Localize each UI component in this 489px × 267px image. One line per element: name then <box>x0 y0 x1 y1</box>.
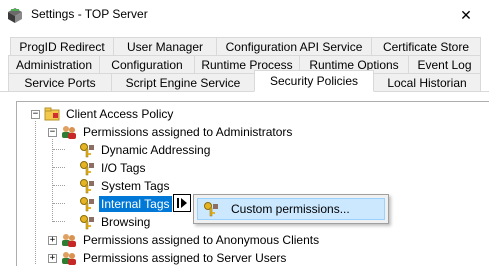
tab-configuration[interactable]: Configuration <box>99 55 195 74</box>
key-permission-icon <box>80 143 94 158</box>
close-button[interactable]: ✕ <box>443 0 489 30</box>
tree-line <box>53 167 65 168</box>
tree-node-system-tags[interactable]: System Tags <box>79 177 171 195</box>
policy-folder-icon <box>44 107 60 121</box>
user-group-icon <box>62 234 76 247</box>
tree-node-label: Permissions assigned to Server Users <box>83 251 287 265</box>
tree-node-administrators[interactable]: Permissions assigned to Administrators <box>61 123 294 141</box>
expand-icon[interactable]: + <box>48 236 57 245</box>
tree-node-label: Permissions assigned to Administrators <box>83 125 293 139</box>
key-permission-icon <box>80 179 94 194</box>
tab-strip: ProgID Redirect User Manager Configurati… <box>0 30 489 92</box>
tree-node-label: Dynamic Addressing <box>101 143 211 157</box>
top-server-app-icon <box>8 8 22 23</box>
key-permission-icon <box>80 215 94 230</box>
user-group-icon <box>62 252 76 265</box>
tab-event-log[interactable]: Event Log <box>408 55 481 74</box>
tab-user-manager[interactable]: User Manager <box>113 37 217 56</box>
tree-line <box>52 139 53 222</box>
tree-node-label-selected: Internal Tags <box>99 196 172 212</box>
tab-certificate-store[interactable]: Certificate Store <box>371 37 481 56</box>
user-group-icon <box>62 126 76 139</box>
tree-node-server-users[interactable]: Permissions assigned to Server Users <box>61 249 288 267</box>
tree-line <box>53 149 65 150</box>
tree-node-label: Client Access Policy <box>66 107 174 121</box>
tree-node-anonymous-clients[interactable]: Permissions assigned to Anonymous Client… <box>61 231 321 249</box>
key-permission-icon <box>80 161 94 176</box>
tree-node-label: I/O Tags <box>101 161 146 175</box>
tree-line <box>35 121 36 264</box>
tree-node-label: Permissions assigned to Anonymous Client… <box>83 233 320 247</box>
key-permission-icon <box>204 202 218 217</box>
tree-line <box>53 221 65 222</box>
menu-item-label: Custom permissions... <box>231 202 350 216</box>
tab-local-historian[interactable]: Local Historian <box>373 73 481 92</box>
context-menu: Custom permissions... <box>193 194 389 224</box>
tab-script-engine-service[interactable]: Script Engine Service <box>111 73 255 92</box>
tab-security-policies[interactable]: Security Policies <box>254 70 374 92</box>
tree-node-browsing[interactable]: Browsing <box>79 213 152 231</box>
expand-icon[interactable]: + <box>48 254 57 263</box>
key-permission-icon <box>80 197 94 212</box>
collapse-icon[interactable]: − <box>31 110 40 119</box>
collapse-icon[interactable]: − <box>48 128 57 137</box>
title-bar: Settings - TOP Server ✕ <box>0 0 489 30</box>
tree-line <box>53 185 65 186</box>
tab-administration[interactable]: Administration <box>8 55 100 74</box>
pointer-arrow-button <box>173 194 191 212</box>
tab-service-ports[interactable]: Service Ports <box>8 73 112 92</box>
tree-node-label: System Tags <box>101 179 170 193</box>
tree-node-internal-tags[interactable]: Internal Tags <box>79 195 172 213</box>
tree-node-client-access-policy[interactable]: Client Access Policy <box>44 105 175 123</box>
menu-item-custom-permissions[interactable]: Custom permissions... <box>197 198 385 220</box>
tree-node-dynamic-addressing[interactable]: Dynamic Addressing <box>79 141 212 159</box>
tree-line <box>53 203 65 204</box>
close-icon: ✕ <box>460 6 472 23</box>
tab-progid-redirect[interactable]: ProgID Redirect <box>10 37 114 56</box>
tree-node-label: Browsing <box>101 215 151 229</box>
pointer-arrow-icon <box>177 198 187 208</box>
tab-configuration-api-service[interactable]: Configuration API Service <box>216 37 372 56</box>
tree-node-io-tags[interactable]: I/O Tags <box>79 159 147 177</box>
window-title: Settings - TOP Server <box>31 7 148 21</box>
